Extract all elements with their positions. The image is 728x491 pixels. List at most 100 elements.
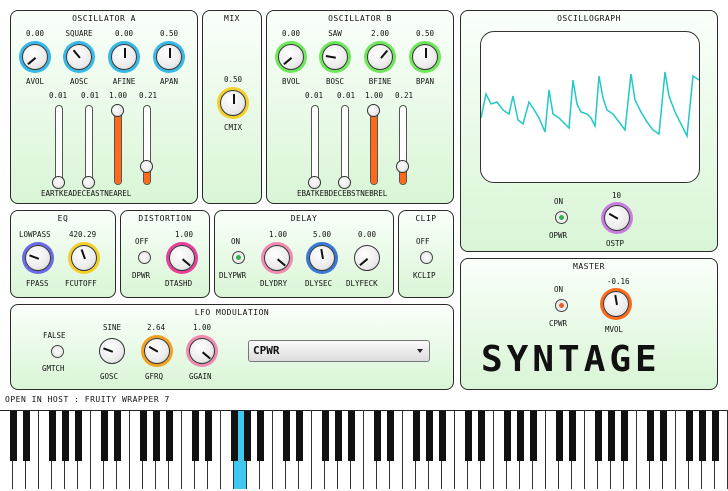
piano-black-key[interactable] <box>568 411 576 461</box>
piano-black-key[interactable] <box>282 411 290 461</box>
mvol-value: -0.16 <box>607 277 630 286</box>
dtashd-knob[interactable] <box>169 245 195 271</box>
afine-knob[interactable] <box>111 44 137 70</box>
piano-black-key[interactable] <box>464 411 472 461</box>
piano-black-key[interactable] <box>620 411 628 461</box>
piano-black-key[interactable] <box>9 411 17 461</box>
bdecay-thumb[interactable] <box>338 176 351 189</box>
aattack-slider[interactable] <box>55 105 63 185</box>
asustain-slider[interactable] <box>114 105 122 185</box>
opwr-toggle[interactable] <box>555 211 568 224</box>
piano-black-key[interactable] <box>711 411 719 461</box>
piano-black-key[interactable] <box>321 411 329 461</box>
lfo-target-dropdown[interactable]: CPWR <box>248 340 430 362</box>
dlydry-value: 1.00 <box>269 230 288 239</box>
bosc-knob[interactable] <box>322 44 348 70</box>
oscillator-a-panel: OSCILLATOR A 0.00 AVOL SQUARE AOSC 0.00 … <box>10 10 198 204</box>
ggain-knob[interactable] <box>189 338 215 364</box>
mix-title: MIX <box>224 14 240 23</box>
piano-black-key[interactable] <box>113 411 121 461</box>
asustain-thumb[interactable] <box>111 104 124 117</box>
piano-black-key[interactable] <box>347 411 355 461</box>
piano-black-key[interactable] <box>594 411 602 461</box>
dpwr-label: DPWR <box>132 271 151 280</box>
piano-black-key[interactable] <box>22 411 30 461</box>
bpan-knob[interactable] <box>412 44 438 70</box>
bfine-knob[interactable] <box>367 44 393 70</box>
fpass-value: LOWPASS <box>19 230 51 239</box>
dlypwr-state: ON <box>231 237 241 246</box>
piano-black-key[interactable] <box>373 411 381 461</box>
piano-black-key[interactable] <box>698 411 706 461</box>
lfo-panel: LFO MODULATION FALSE GMTCH SINE GOSC 2.6… <box>10 304 454 390</box>
piano-keyboard[interactable] <box>0 410 728 491</box>
piano-black-key[interactable] <box>516 411 524 461</box>
bvol-knob[interactable] <box>278 44 304 70</box>
battack-value: 0.01 <box>305 91 324 100</box>
aosc-knob[interactable] <box>66 44 92 70</box>
adecay-thumb[interactable] <box>82 176 95 189</box>
fcutoff-knob[interactable] <box>71 245 97 271</box>
apan-knob[interactable] <box>156 44 182 70</box>
bsustain-thumb[interactable] <box>367 104 380 117</box>
piano-black-key[interactable] <box>412 411 420 461</box>
gmtch-toggle[interactable] <box>51 345 64 358</box>
piano-black-key[interactable] <box>438 411 446 461</box>
adecay-slider[interactable] <box>85 105 93 185</box>
piano-black-key[interactable] <box>334 411 342 461</box>
cmix-knob[interactable] <box>220 90 246 116</box>
piano-black-key[interactable] <box>607 411 615 461</box>
piano-black-key[interactable] <box>659 411 667 461</box>
gosc-knob[interactable] <box>99 338 125 364</box>
brelease-slider[interactable] <box>399 105 407 185</box>
piano-black-key[interactable] <box>152 411 160 461</box>
piano-black-key[interactable] <box>425 411 433 461</box>
gfrq-knob[interactable] <box>144 338 170 364</box>
mvol-knob[interactable] <box>603 291 629 317</box>
arelease-thumb[interactable] <box>140 160 153 173</box>
battack-slider[interactable] <box>311 105 319 185</box>
ggain-label: GGAIN <box>189 372 212 381</box>
piano-black-key[interactable] <box>191 411 199 461</box>
gosc-label: GOSC <box>100 372 119 381</box>
piano-black-key[interactable] <box>74 411 82 461</box>
dpwr-state: OFF <box>135 237 149 246</box>
piano-black-key[interactable] <box>295 411 303 461</box>
piano-black-key[interactable] <box>61 411 69 461</box>
piano-black-key[interactable] <box>685 411 693 461</box>
dlyfeck-knob[interactable] <box>354 245 380 271</box>
bpan-value: 0.50 <box>415 29 435 38</box>
aattack-thumb[interactable] <box>52 176 65 189</box>
piano-black-key[interactable] <box>555 411 563 461</box>
piano-black-key[interactable] <box>100 411 108 461</box>
battack-thumb[interactable] <box>308 176 321 189</box>
ostp-knob[interactable] <box>604 205 630 231</box>
piano-black-key[interactable] <box>646 411 654 461</box>
kclip-toggle[interactable] <box>420 251 433 264</box>
cpwr-toggle[interactable] <box>555 299 568 312</box>
piano-black-key[interactable] <box>477 411 485 461</box>
dlysec-knob[interactable] <box>309 245 335 271</box>
dpwr-toggle[interactable] <box>138 251 151 264</box>
dlydry-knob[interactable] <box>264 245 290 271</box>
dtashd-label: DTASHD <box>165 279 193 288</box>
fpass-knob[interactable] <box>25 245 51 271</box>
cmix-label: CMIX <box>223 123 243 132</box>
piano-black-key[interactable] <box>230 411 238 461</box>
piano-black-key[interactable] <box>503 411 511 461</box>
piano-black-key[interactable] <box>529 411 537 461</box>
dlypwr-toggle[interactable] <box>232 251 245 264</box>
piano-black-key[interactable] <box>243 411 251 461</box>
piano-black-key[interactable] <box>256 411 264 461</box>
bsustain-slider[interactable] <box>370 105 378 185</box>
piano-black-key[interactable] <box>386 411 394 461</box>
arelease-slider[interactable] <box>143 105 151 185</box>
brelease-thumb[interactable] <box>396 160 409 173</box>
piano-black-key[interactable] <box>204 411 212 461</box>
piano-black-key[interactable] <box>139 411 147 461</box>
bdecay-slider[interactable] <box>341 105 349 185</box>
avol-knob[interactable] <box>22 44 48 70</box>
piano-black-key[interactable] <box>165 411 173 461</box>
dlysec-value: 5.00 <box>313 230 332 239</box>
piano-black-key[interactable] <box>48 411 56 461</box>
